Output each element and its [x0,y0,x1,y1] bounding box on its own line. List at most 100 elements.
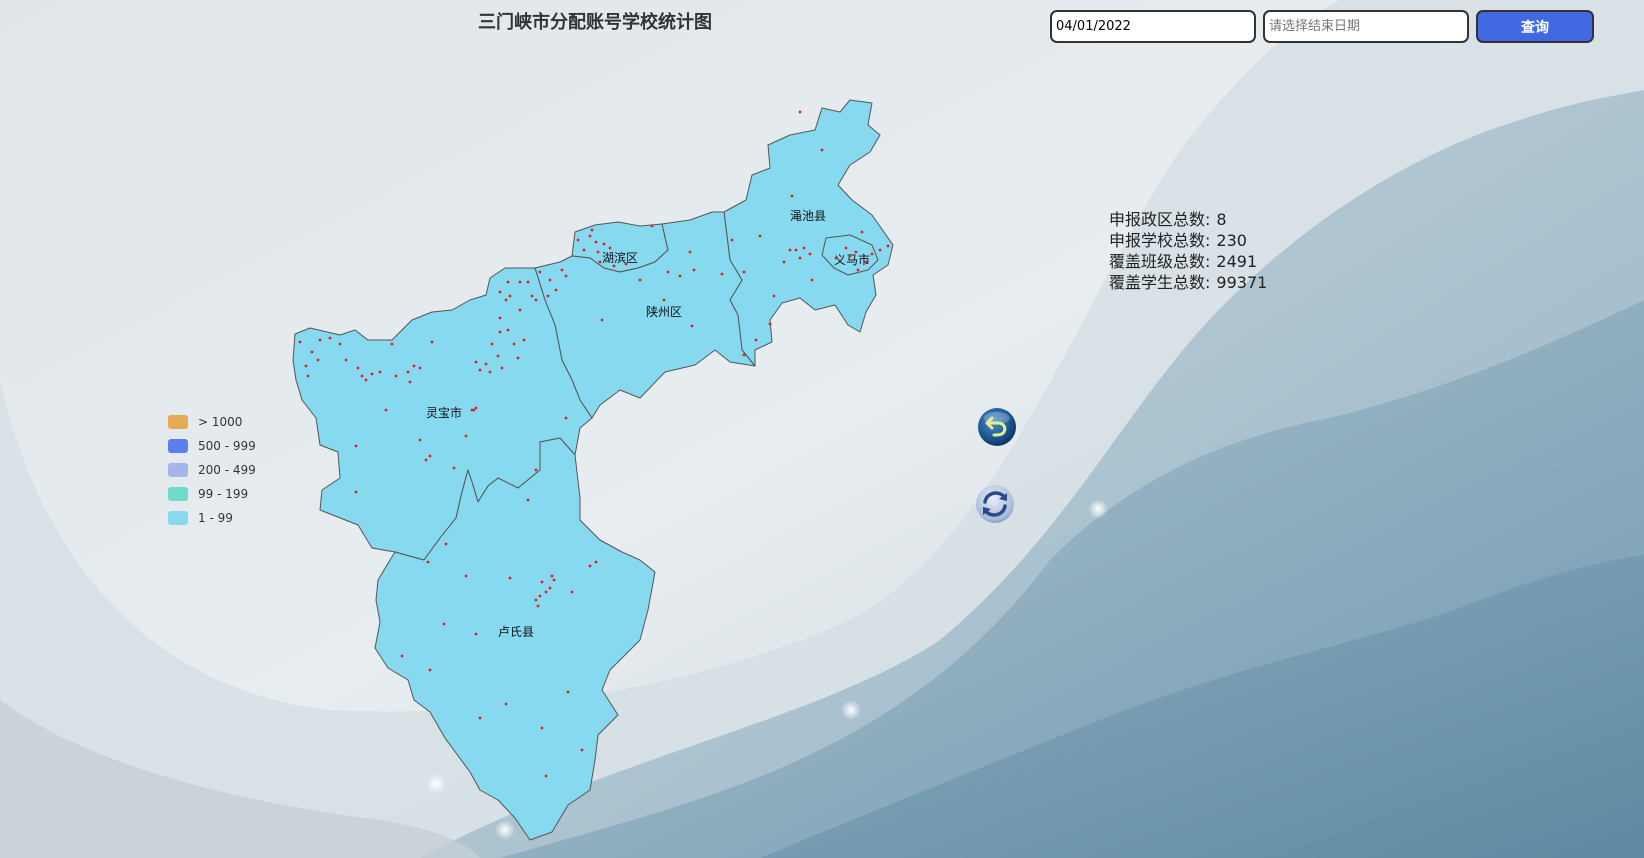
school-point[interactable] [576,238,580,242]
school-point[interactable] [364,378,368,382]
school-point[interactable] [498,290,502,294]
back-button[interactable] [976,406,1018,448]
school-point[interactable] [360,374,364,378]
school-point[interactable] [512,342,516,346]
school-point[interactable] [692,268,696,272]
school-point[interactable] [580,748,584,752]
school-point[interactable] [504,298,508,302]
school-point[interactable] [550,574,554,578]
school-point[interactable] [794,248,798,252]
school-point[interactable] [538,270,542,274]
school-point[interactable] [478,368,482,372]
school-point[interactable] [316,358,320,362]
school-point[interactable] [526,280,530,284]
refresh-button[interactable] [974,483,1016,525]
school-point[interactable] [588,564,592,568]
school-point[interactable] [540,580,544,584]
school-point[interactable] [306,374,310,378]
school-point[interactable] [394,374,398,378]
school-point[interactable] [662,298,666,302]
school-point[interactable] [426,560,430,564]
school-point[interactable] [452,466,456,470]
school-point[interactable] [318,338,322,342]
school-point[interactable] [544,590,548,594]
school-point[interactable] [356,366,360,370]
school-point[interactable] [582,248,586,252]
school-point[interactable] [782,260,786,264]
school-point[interactable] [608,246,612,250]
school-point[interactable] [328,336,332,340]
school-point[interactable] [638,278,642,282]
school-point[interactable] [720,272,724,276]
school-point[interactable] [496,354,500,358]
school-point[interactable] [878,248,882,252]
school-point[interactable] [518,280,522,284]
school-point[interactable] [742,353,746,357]
school-point[interactable] [570,590,574,594]
legend-item[interactable]: 500 - 999 [168,434,256,458]
school-point[interactable] [442,622,446,626]
school-point[interactable] [508,576,512,580]
school-point[interactable] [484,362,488,366]
school-point[interactable] [464,434,468,438]
school-point[interactable] [354,490,358,494]
school-point[interactable] [860,230,864,234]
school-point[interactable] [298,340,302,344]
school-point[interactable] [798,110,802,114]
school-point[interactable] [534,598,538,602]
school-point[interactable] [650,224,654,228]
school-point[interactable] [390,342,394,346]
school-point[interactable] [474,406,478,410]
school-point[interactable] [598,260,602,264]
school-point[interactable] [730,238,734,242]
school-point[interactable] [560,268,564,272]
school-point[interactable] [602,242,606,246]
school-point[interactable] [418,366,422,370]
school-point[interactable] [594,560,598,564]
school-point[interactable] [594,240,598,244]
school-point[interactable] [596,250,600,254]
school-point[interactable] [540,726,544,730]
school-point[interactable] [536,604,540,608]
school-point[interactable] [856,268,860,272]
school-point[interactable] [478,716,482,720]
school-point[interactable] [758,234,762,238]
school-point[interactable] [666,270,670,274]
school-point[interactable] [546,294,550,298]
school-point[interactable] [384,408,388,412]
school-point[interactable] [790,194,794,198]
school-point[interactable] [802,246,806,250]
school-point[interactable] [688,250,692,254]
school-point[interactable] [772,294,776,298]
school-point[interactable] [534,468,538,472]
school-point[interactable] [590,228,594,232]
school-point[interactable] [498,316,502,320]
school-point[interactable] [808,252,812,256]
school-point[interactable] [490,342,494,346]
school-point[interactable] [886,244,890,248]
school-point[interactable] [428,668,432,672]
school-point[interactable] [538,594,542,598]
school-point[interactable] [564,274,568,278]
school-point[interactable] [428,454,432,458]
legend-item[interactable]: > 1000 [168,410,256,434]
school-point[interactable] [472,408,476,412]
school-point[interactable] [370,372,374,376]
school-point[interactable] [504,702,508,706]
school-point[interactable] [768,322,772,326]
school-point[interactable] [554,288,558,292]
school-point[interactable] [612,264,616,268]
school-point[interactable] [548,278,552,282]
school-point[interactable] [500,366,504,370]
school-point[interactable] [488,370,492,374]
school-point[interactable] [600,318,604,322]
school-point[interactable] [854,250,858,254]
school-point[interactable] [498,330,502,334]
school-point[interactable] [408,380,412,384]
school-point[interactable] [464,574,468,578]
school-point[interactable] [378,370,382,374]
school-point[interactable] [820,148,824,152]
school-point[interactable] [810,278,814,282]
school-point[interactable] [754,338,758,342]
school-point[interactable] [430,340,434,344]
